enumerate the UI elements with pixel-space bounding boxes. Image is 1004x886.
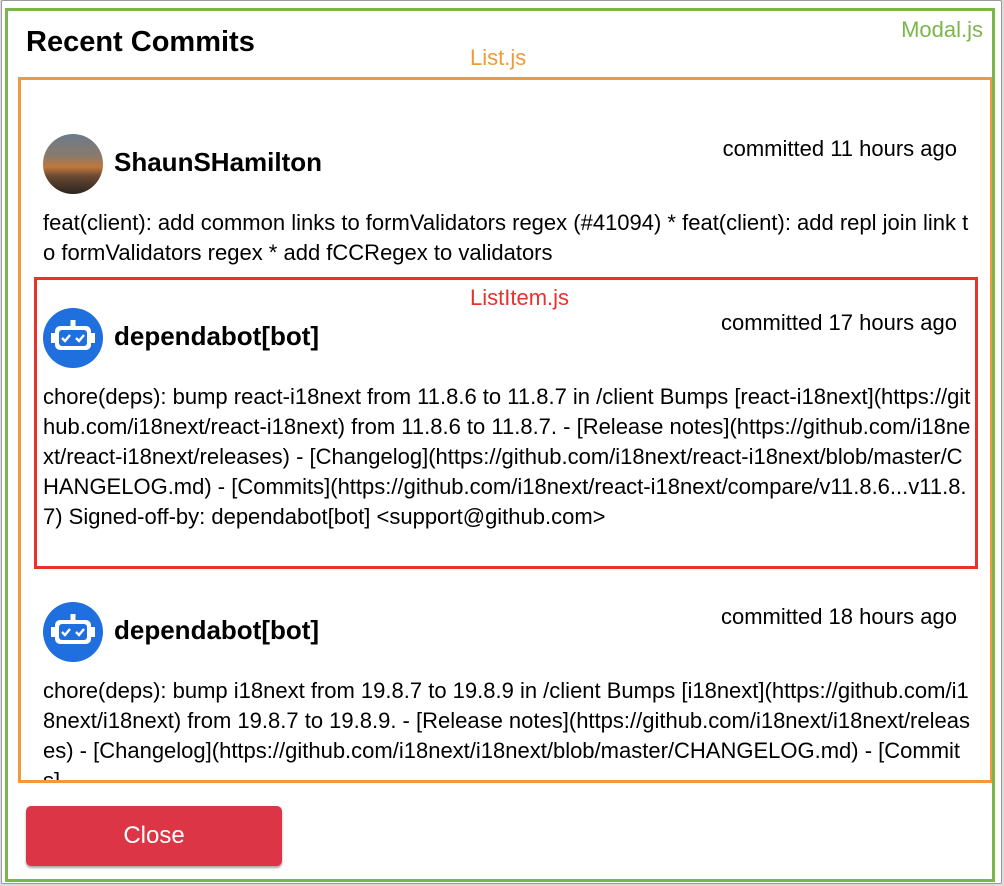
commit-author: dependabot[bot] (114, 321, 320, 351)
recent-commits-modal: Recent Commits ShaunSHamilton committed … (1, 0, 1002, 884)
commit-time: committed 11 hours ago (722, 136, 957, 161)
commit-author: ShaunSHamilton (114, 147, 323, 177)
commit-message: chore(deps): bump i18next from 19.8.7 to… (43, 678, 970, 783)
commit-list[interactable]: ShaunSHamilton committed 11 hours ago fe… (18, 77, 993, 783)
list-component-label: List.js (470, 45, 527, 70)
list-item-component-label: ListItem.js (470, 285, 570, 310)
close-button[interactable]: Close (26, 806, 282, 866)
commit-message: chore(deps): bump react-i18next from 11.… (43, 384, 971, 529)
robot-avatar-icon (43, 602, 103, 662)
robot-avatar-icon (43, 308, 103, 368)
commit-author: dependabot[bot] (114, 615, 320, 645)
commit-message: feat(client): add common links to formVa… (43, 210, 969, 265)
user-photo-avatar (43, 134, 103, 194)
modal-title: Recent Commits (26, 26, 255, 58)
commit-time: committed 18 hours ago (720, 604, 957, 629)
modal-component-label: Modal.js (901, 17, 983, 42)
commit-time: committed 17 hours ago (720, 310, 957, 335)
